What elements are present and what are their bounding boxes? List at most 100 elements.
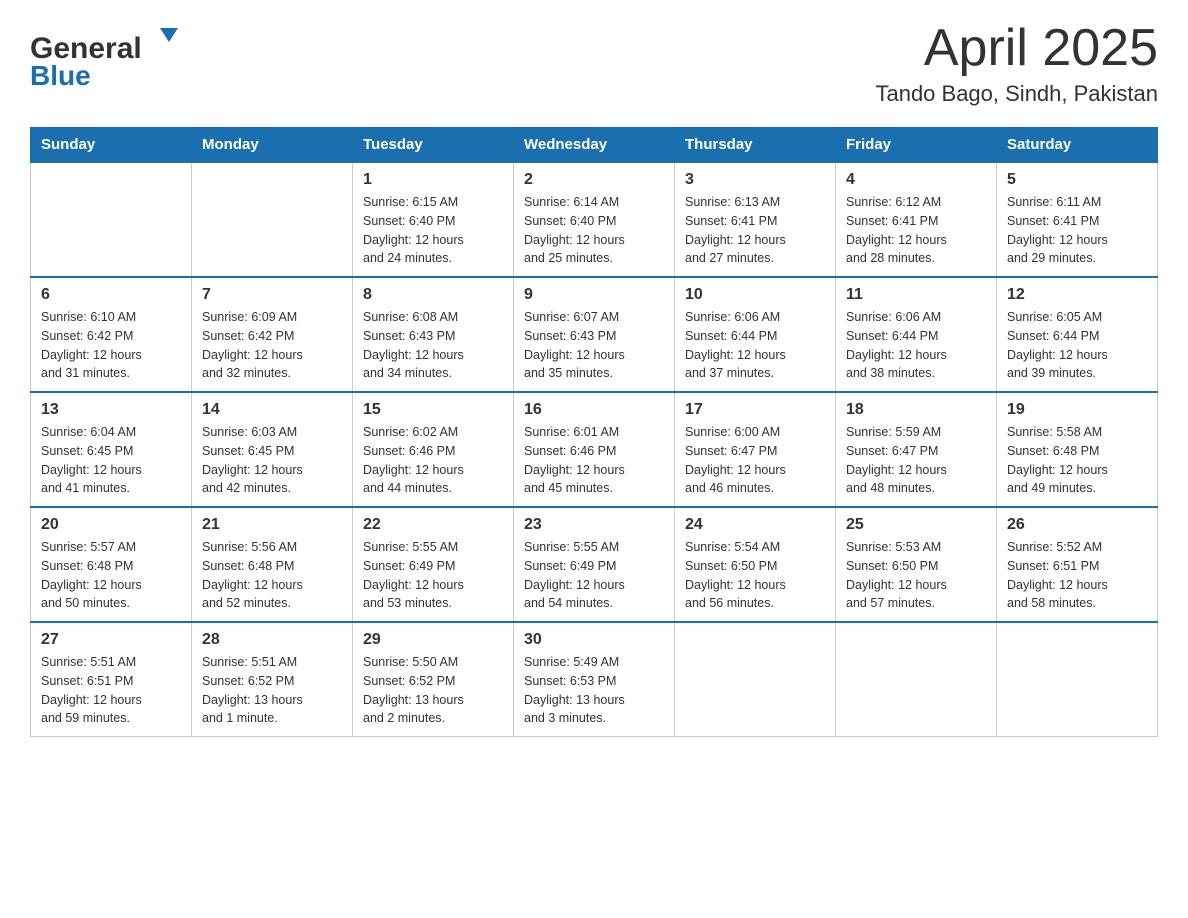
- day-number: 4: [846, 171, 986, 189]
- month-title: April 2025: [875, 20, 1158, 77]
- logo-svg: General Blue: [30, 20, 190, 90]
- day-info: Sunrise: 5:51 AM Sunset: 6:52 PM Dayligh…: [202, 653, 342, 728]
- calendar-day-14: 14 Sunrise: 6:03 AM Sunset: 6:45 PM Dayli…: [192, 392, 353, 507]
- calendar-empty-cell: [31, 162, 192, 277]
- weekday-header-monday: Monday: [192, 128, 353, 163]
- day-info: Sunrise: 5:49 AM Sunset: 6:53 PM Dayligh…: [524, 653, 664, 728]
- weekday-header-row: SundayMondayTuesdayWednesdayThursdayFrid…: [31, 128, 1158, 163]
- weekday-header-thursday: Thursday: [675, 128, 836, 163]
- day-info: Sunrise: 6:02 AM Sunset: 6:46 PM Dayligh…: [363, 423, 503, 498]
- day-number: 3: [685, 171, 825, 189]
- day-number: 19: [1007, 401, 1147, 419]
- day-number: 25: [846, 516, 986, 534]
- day-number: 14: [202, 401, 342, 419]
- svg-text:Blue: Blue: [30, 60, 91, 90]
- day-number: 6: [41, 286, 181, 304]
- calendar-header: SundayMondayTuesdayWednesdayThursdayFrid…: [31, 128, 1158, 163]
- day-info: Sunrise: 6:13 AM Sunset: 6:41 PM Dayligh…: [685, 193, 825, 268]
- calendar-day-12: 12Sunrise: 6:05 AM Sunset: 6:44 PM Dayli…: [997, 277, 1158, 392]
- calendar-day-10: 10 Sunrise: 6:06 AM Sunset: 6:44 PM Dayli…: [675, 277, 836, 392]
- calendar-day-15: 15 Sunrise: 6:02 AM Sunset: 6:46 PM Dayli…: [353, 392, 514, 507]
- calendar-empty-cell: [675, 622, 836, 737]
- day-info: Sunrise: 5:52 AM Sunset: 6:51 PM Dayligh…: [1007, 538, 1147, 613]
- day-number: 26: [1007, 516, 1147, 534]
- day-info: Sunrise: 6:06 AM Sunset: 6:44 PM Dayligh…: [846, 308, 986, 383]
- calendar-day-27: 27Sunrise: 5:51 AM Sunset: 6:51 PM Dayli…: [31, 622, 192, 737]
- calendar-week-3: 13 Sunrise: 6:04 AM Sunset: 6:45 PM Dayli…: [31, 392, 1158, 507]
- day-info: Sunrise: 6:03 AM Sunset: 6:45 PM Dayligh…: [202, 423, 342, 498]
- day-number: 23: [524, 516, 664, 534]
- calendar-day-13: 13 Sunrise: 6:04 AM Sunset: 6:45 PM Dayli…: [31, 392, 192, 507]
- day-info: Sunrise: 6:00 AM Sunset: 6:47 PM Dayligh…: [685, 423, 825, 498]
- day-number: 10: [685, 286, 825, 304]
- calendar-day-26: 26 Sunrise: 5:52 AM Sunset: 6:51 PM Dayli…: [997, 507, 1158, 622]
- weekday-header-saturday: Saturday: [997, 128, 1158, 163]
- day-number: 11: [846, 286, 986, 304]
- day-number: 20: [41, 516, 181, 534]
- calendar-day-18: 18Sunrise: 5:59 AM Sunset: 6:47 PM Dayli…: [836, 392, 997, 507]
- calendar-empty-cell: [192, 162, 353, 277]
- day-info: Sunrise: 5:50 AM Sunset: 6:52 PM Dayligh…: [363, 653, 503, 728]
- calendar-day-11: 11 Sunrise: 6:06 AM Sunset: 6:44 PM Dayli…: [836, 277, 997, 392]
- weekday-header-tuesday: Tuesday: [353, 128, 514, 163]
- day-number: 7: [202, 286, 342, 304]
- calendar-week-4: 20 Sunrise: 5:57 AM Sunset: 6:48 PM Dayli…: [31, 507, 1158, 622]
- day-number: 15: [363, 401, 503, 419]
- calendar-day-6: 6 Sunrise: 6:10 AM Sunset: 6:42 PM Daylig…: [31, 277, 192, 392]
- calendar-table: SundayMondayTuesdayWednesdayThursdayFrid…: [30, 127, 1158, 737]
- day-number: 8: [363, 286, 503, 304]
- day-info: Sunrise: 5:55 AM Sunset: 6:49 PM Dayligh…: [363, 538, 503, 613]
- page-header: General Blue April 2025 Tando Bago, Sind…: [30, 20, 1158, 107]
- day-info: Sunrise: 5:58 AM Sunset: 6:48 PM Dayligh…: [1007, 423, 1147, 498]
- day-info: Sunrise: 5:54 AM Sunset: 6:50 PM Dayligh…: [685, 538, 825, 613]
- day-number: 13: [41, 401, 181, 419]
- calendar-empty-cell: [997, 622, 1158, 737]
- calendar-day-5: 5Sunrise: 6:11 AM Sunset: 6:41 PM Daylig…: [997, 162, 1158, 277]
- day-info: Sunrise: 6:04 AM Sunset: 6:45 PM Dayligh…: [41, 423, 181, 498]
- day-number: 29: [363, 631, 503, 649]
- day-info: Sunrise: 6:10 AM Sunset: 6:42 PM Dayligh…: [41, 308, 181, 383]
- day-number: 30: [524, 631, 664, 649]
- calendar-day-2: 2 Sunrise: 6:14 AM Sunset: 6:40 PM Daylig…: [514, 162, 675, 277]
- calendar-empty-cell: [836, 622, 997, 737]
- day-info: Sunrise: 6:09 AM Sunset: 6:42 PM Dayligh…: [202, 308, 342, 383]
- calendar-day-20: 20 Sunrise: 5:57 AM Sunset: 6:48 PM Dayli…: [31, 507, 192, 622]
- calendar-day-28: 28 Sunrise: 5:51 AM Sunset: 6:52 PM Dayli…: [192, 622, 353, 737]
- day-info: Sunrise: 5:55 AM Sunset: 6:49 PM Dayligh…: [524, 538, 664, 613]
- day-info: Sunrise: 6:01 AM Sunset: 6:46 PM Dayligh…: [524, 423, 664, 498]
- day-number: 22: [363, 516, 503, 534]
- day-info: Sunrise: 5:57 AM Sunset: 6:48 PM Dayligh…: [41, 538, 181, 613]
- calendar-day-22: 22 Sunrise: 5:55 AM Sunset: 6:49 PM Dayli…: [353, 507, 514, 622]
- calendar-day-24: 24Sunrise: 5:54 AM Sunset: 6:50 PM Dayli…: [675, 507, 836, 622]
- calendar-day-30: 30 Sunrise: 5:49 AM Sunset: 6:53 PM Dayli…: [514, 622, 675, 737]
- day-info: Sunrise: 6:14 AM Sunset: 6:40 PM Dayligh…: [524, 193, 664, 268]
- calendar-day-7: 7 Sunrise: 6:09 AM Sunset: 6:42 PM Daylig…: [192, 277, 353, 392]
- day-number: 12: [1007, 286, 1147, 304]
- day-number: 5: [1007, 171, 1147, 189]
- day-number: 1: [363, 171, 503, 189]
- weekday-header-wednesday: Wednesday: [514, 128, 675, 163]
- day-number: 17: [685, 401, 825, 419]
- day-number: 2: [524, 171, 664, 189]
- day-number: 9: [524, 286, 664, 304]
- weekday-header-sunday: Sunday: [31, 128, 192, 163]
- location-title: Tando Bago, Sindh, Pakistan: [875, 81, 1158, 107]
- day-number: 21: [202, 516, 342, 534]
- day-info: Sunrise: 5:56 AM Sunset: 6:48 PM Dayligh…: [202, 538, 342, 613]
- day-info: Sunrise: 6:07 AM Sunset: 6:43 PM Dayligh…: [524, 308, 664, 383]
- day-info: Sunrise: 6:06 AM Sunset: 6:44 PM Dayligh…: [685, 308, 825, 383]
- calendar-week-2: 6 Sunrise: 6:10 AM Sunset: 6:42 PM Daylig…: [31, 277, 1158, 392]
- calendar-day-23: 23 Sunrise: 5:55 AM Sunset: 6:49 PM Dayli…: [514, 507, 675, 622]
- calendar-day-19: 19 Sunrise: 5:58 AM Sunset: 6:48 PM Dayli…: [997, 392, 1158, 507]
- day-info: Sunrise: 5:53 AM Sunset: 6:50 PM Dayligh…: [846, 538, 986, 613]
- day-number: 18: [846, 401, 986, 419]
- day-info: Sunrise: 6:12 AM Sunset: 6:41 PM Dayligh…: [846, 193, 986, 268]
- day-info: Sunrise: 6:15 AM Sunset: 6:40 PM Dayligh…: [363, 193, 503, 268]
- calendar-week-1: 1 Sunrise: 6:15 AM Sunset: 6:40 PM Daylig…: [31, 162, 1158, 277]
- calendar-day-1: 1 Sunrise: 6:15 AM Sunset: 6:40 PM Daylig…: [353, 162, 514, 277]
- calendar-day-25: 25 Sunrise: 5:53 AM Sunset: 6:50 PM Dayli…: [836, 507, 997, 622]
- weekday-header-friday: Friday: [836, 128, 997, 163]
- day-info: Sunrise: 6:08 AM Sunset: 6:43 PM Dayligh…: [363, 308, 503, 383]
- calendar-week-5: 27Sunrise: 5:51 AM Sunset: 6:51 PM Dayli…: [31, 622, 1158, 737]
- day-number: 28: [202, 631, 342, 649]
